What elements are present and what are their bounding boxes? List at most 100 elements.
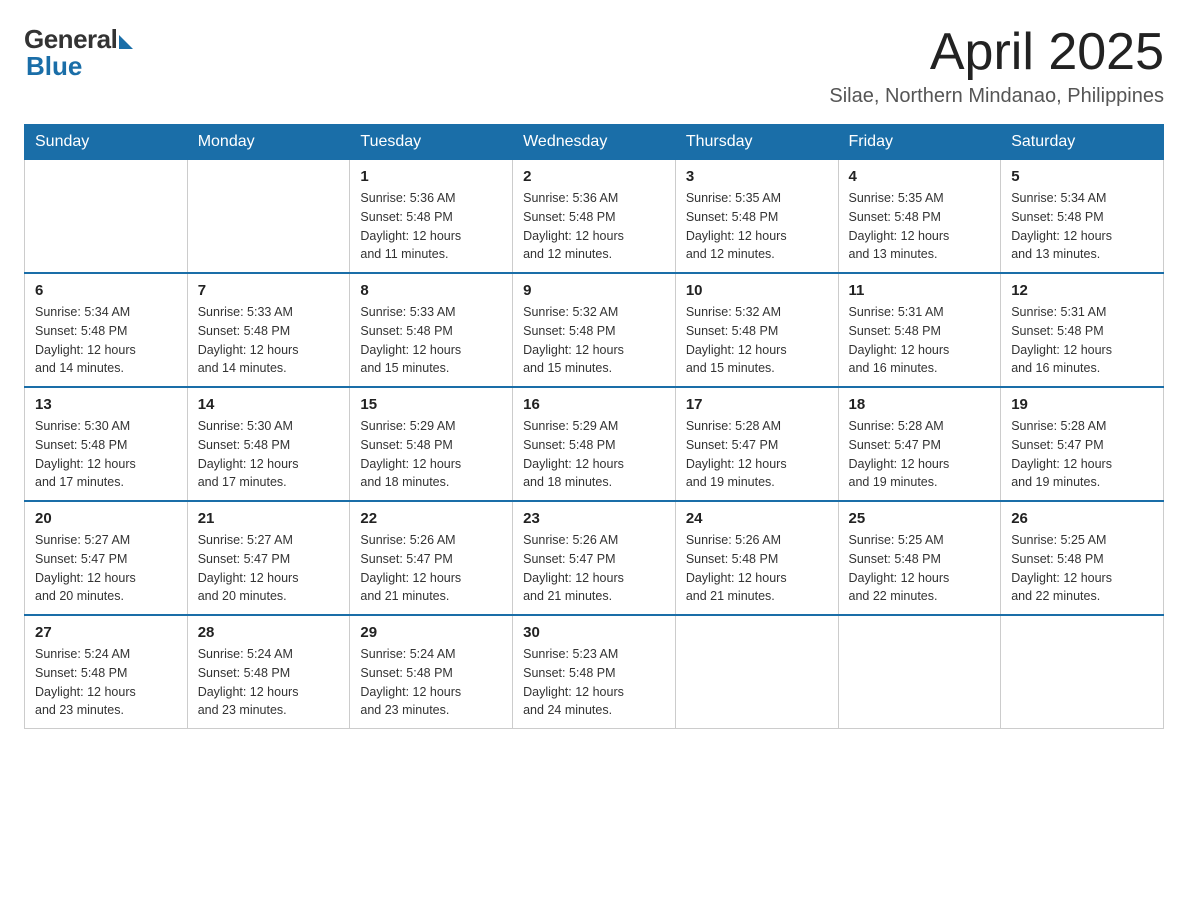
calendar-cell: 8Sunrise: 5:33 AM Sunset: 5:48 PM Daylig… — [350, 273, 513, 387]
day-number: 1 — [360, 168, 502, 185]
calendar-week-row: 1 Sunrise: 5:36 AM Sunset: 5:48 PM Daylig… — [25, 160, 1164, 274]
day-info: Sunrise: 5:31 AM Sunset: 5:48 PM Dayligh… — [1011, 303, 1153, 378]
day-number: 24 — [686, 510, 828, 527]
day-info: Sunrise: 5:35 AM Sunset: 5:48 PM Dayligh… — [849, 189, 991, 264]
day-info: Sunrise: 5:25 AM Sunset: 5:48 PM Dayligh… — [1011, 531, 1153, 606]
calendar-week-row: 20 Sunrise: 5:27 AM Sunset: 5:47 PM Dayli… — [25, 501, 1164, 615]
calendar-cell: 3 Sunrise: 5:35 AM Sunset: 5:48 PM Daylig… — [675, 160, 838, 274]
calendar-cell: 10Sunrise: 5:32 AM Sunset: 5:48 PM Dayli… — [675, 273, 838, 387]
day-number: 5 — [1011, 168, 1153, 185]
day-number: 7 — [198, 282, 340, 299]
calendar-cell: 13 Sunrise: 5:30 AM Sunset: 5:48 PM Dayli… — [25, 387, 188, 501]
calendar-week-row: 13 Sunrise: 5:30 AM Sunset: 5:48 PM Dayli… — [25, 387, 1164, 501]
day-number: 3 — [686, 168, 828, 185]
day-info: Sunrise: 5:24 AM Sunset: 5:48 PM Dayligh… — [35, 645, 177, 720]
column-header-tuesday: Tuesday — [350, 125, 513, 160]
calendar-table: SundayMondayTuesdayWednesdayThursdayFrid… — [24, 124, 1164, 729]
day-info: Sunrise: 5:35 AM Sunset: 5:48 PM Dayligh… — [686, 189, 828, 264]
calendar-cell: 17 Sunrise: 5:28 AM Sunset: 5:47 PM Dayli… — [675, 387, 838, 501]
day-info: Sunrise: 5:34 AM Sunset: 5:48 PM Dayligh… — [35, 303, 177, 378]
day-info: Sunrise: 5:23 AM Sunset: 5:48 PM Dayligh… — [523, 645, 665, 720]
day-info: Sunrise: 5:31 AM Sunset: 5:48 PM Dayligh… — [849, 303, 991, 378]
day-number: 26 — [1011, 510, 1153, 527]
calendar-cell: 4 Sunrise: 5:35 AM Sunset: 5:48 PM Daylig… — [838, 160, 1001, 274]
column-header-friday: Friday — [838, 125, 1001, 160]
day-number: 30 — [523, 624, 665, 641]
day-number: 22 — [360, 510, 502, 527]
calendar-cell: 1 Sunrise: 5:36 AM Sunset: 5:48 PM Daylig… — [350, 160, 513, 274]
logo: General Blue — [24, 24, 133, 82]
calendar-cell: 20 Sunrise: 5:27 AM Sunset: 5:47 PM Dayli… — [25, 501, 188, 615]
day-info: Sunrise: 5:30 AM Sunset: 5:48 PM Dayligh… — [198, 417, 340, 492]
calendar-cell: 11 Sunrise: 5:31 AM Sunset: 5:48 PM Dayli… — [838, 273, 1001, 387]
day-info: Sunrise: 5:32 AM Sunset: 5:48 PM Dayligh… — [686, 303, 828, 378]
day-number: 21 — [198, 510, 340, 527]
day-number: 20 — [35, 510, 177, 527]
day-number: 25 — [849, 510, 991, 527]
calendar-cell — [25, 160, 188, 274]
calendar-cell — [187, 160, 350, 274]
calendar-cell: 28 Sunrise: 5:24 AM Sunset: 5:48 PM Dayli… — [187, 615, 350, 729]
day-info: Sunrise: 5:24 AM Sunset: 5:48 PM Dayligh… — [198, 645, 340, 720]
calendar-cell: 24 Sunrise: 5:26 AM Sunset: 5:48 PM Dayli… — [675, 501, 838, 615]
day-info: Sunrise: 5:26 AM Sunset: 5:48 PM Dayligh… — [686, 531, 828, 606]
calendar-cell: 30 Sunrise: 5:23 AM Sunset: 5:48 PM Dayli… — [513, 615, 676, 729]
day-number: 29 — [360, 624, 502, 641]
month-year-title: April 2025 — [829, 24, 1164, 81]
day-info: Sunrise: 5:25 AM Sunset: 5:48 PM Dayligh… — [849, 531, 991, 606]
calendar-cell — [1001, 615, 1164, 729]
day-number: 11 — [849, 282, 991, 299]
calendar-cell: 14 Sunrise: 5:30 AM Sunset: 5:48 PM Dayli… — [187, 387, 350, 501]
calendar-cell: 27 Sunrise: 5:24 AM Sunset: 5:48 PM Dayli… — [25, 615, 188, 729]
day-number: 18 — [849, 396, 991, 413]
calendar-cell: 18Sunrise: 5:28 AM Sunset: 5:47 PM Dayli… — [838, 387, 1001, 501]
day-info: Sunrise: 5:32 AM Sunset: 5:48 PM Dayligh… — [523, 303, 665, 378]
page-header: General Blue April 2025 Silae, Northern … — [24, 24, 1164, 108]
column-header-thursday: Thursday — [675, 125, 838, 160]
calendar-cell: 5 Sunrise: 5:34 AM Sunset: 5:48 PM Daylig… — [1001, 160, 1164, 274]
day-number: 2 — [523, 168, 665, 185]
calendar-cell: 19 Sunrise: 5:28 AM Sunset: 5:47 PM Dayli… — [1001, 387, 1164, 501]
column-header-wednesday: Wednesday — [513, 125, 676, 160]
day-number: 15 — [360, 396, 502, 413]
title-block: April 2025 Silae, Northern Mindanao, Phi… — [829, 24, 1164, 108]
day-number: 4 — [849, 168, 991, 185]
calendar-cell: 16 Sunrise: 5:29 AM Sunset: 5:48 PM Dayli… — [513, 387, 676, 501]
day-number: 23 — [523, 510, 665, 527]
day-info: Sunrise: 5:36 AM Sunset: 5:48 PM Dayligh… — [360, 189, 502, 264]
calendar-week-row: 6Sunrise: 5:34 AM Sunset: 5:48 PM Daylig… — [25, 273, 1164, 387]
day-number: 14 — [198, 396, 340, 413]
day-info: Sunrise: 5:28 AM Sunset: 5:47 PM Dayligh… — [686, 417, 828, 492]
calendar-cell: 25 Sunrise: 5:25 AM Sunset: 5:48 PM Dayli… — [838, 501, 1001, 615]
day-number: 27 — [35, 624, 177, 641]
day-info: Sunrise: 5:28 AM Sunset: 5:47 PM Dayligh… — [1011, 417, 1153, 492]
calendar-cell: 12 Sunrise: 5:31 AM Sunset: 5:48 PM Dayli… — [1001, 273, 1164, 387]
day-number: 19 — [1011, 396, 1153, 413]
day-info: Sunrise: 5:34 AM Sunset: 5:48 PM Dayligh… — [1011, 189, 1153, 264]
day-info: Sunrise: 5:33 AM Sunset: 5:48 PM Dayligh… — [198, 303, 340, 378]
day-info: Sunrise: 5:26 AM Sunset: 5:47 PM Dayligh… — [523, 531, 665, 606]
calendar-cell: 21 Sunrise: 5:27 AM Sunset: 5:47 PM Dayli… — [187, 501, 350, 615]
calendar-cell: 6Sunrise: 5:34 AM Sunset: 5:48 PM Daylig… — [25, 273, 188, 387]
calendar-cell: 22Sunrise: 5:26 AM Sunset: 5:47 PM Dayli… — [350, 501, 513, 615]
day-number: 9 — [523, 282, 665, 299]
day-number: 12 — [1011, 282, 1153, 299]
location-subtitle: Silae, Northern Mindanao, Philippines — [829, 85, 1164, 108]
day-number: 28 — [198, 624, 340, 641]
day-info: Sunrise: 5:24 AM Sunset: 5:48 PM Dayligh… — [360, 645, 502, 720]
logo-blue-text: Blue — [24, 51, 82, 82]
day-number: 13 — [35, 396, 177, 413]
calendar-week-row: 27 Sunrise: 5:24 AM Sunset: 5:48 PM Dayli… — [25, 615, 1164, 729]
calendar-cell — [838, 615, 1001, 729]
day-number: 16 — [523, 396, 665, 413]
day-info: Sunrise: 5:30 AM Sunset: 5:48 PM Dayligh… — [35, 417, 177, 492]
day-number: 8 — [360, 282, 502, 299]
day-info: Sunrise: 5:29 AM Sunset: 5:48 PM Dayligh… — [360, 417, 502, 492]
day-info: Sunrise: 5:29 AM Sunset: 5:48 PM Dayligh… — [523, 417, 665, 492]
day-info: Sunrise: 5:27 AM Sunset: 5:47 PM Dayligh… — [35, 531, 177, 606]
column-header-sunday: Sunday — [25, 125, 188, 160]
calendar-cell — [675, 615, 838, 729]
day-info: Sunrise: 5:27 AM Sunset: 5:47 PM Dayligh… — [198, 531, 340, 606]
day-number: 17 — [686, 396, 828, 413]
calendar-cell: 23 Sunrise: 5:26 AM Sunset: 5:47 PM Dayli… — [513, 501, 676, 615]
